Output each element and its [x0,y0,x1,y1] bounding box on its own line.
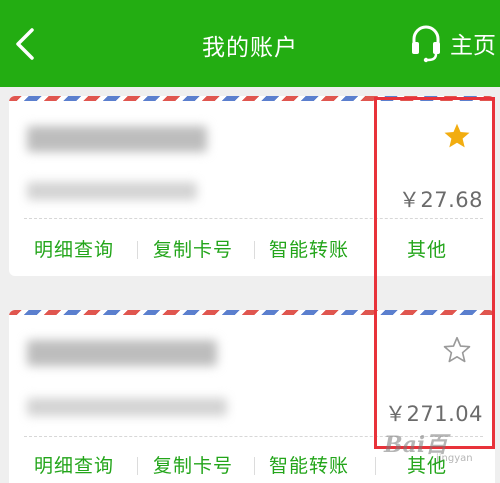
home-button[interactable]: 主页 [410,22,496,64]
account-name-redacted [27,126,207,152]
account-balance: ￥27.68 [398,188,483,212]
separator [254,241,255,259]
star-filled-icon[interactable] [443,122,471,150]
account-name-redacted [27,340,217,366]
account-card[interactable]: ￥27.68 明细查询 复制卡号 智能转账 其他 [9,96,495,276]
separator [137,457,138,475]
smart-transfer-button[interactable]: 智能转账 [269,451,349,478]
separator [137,241,138,259]
copy-card-number-button[interactable]: 复制卡号 [153,235,233,262]
detail-query-button[interactable]: 明细查询 [34,235,114,262]
home-label: 主页 [450,33,496,59]
divider [24,218,483,219]
smart-transfer-button[interactable]: 智能转账 [269,235,349,262]
watermark: Bai百 jingyan [366,425,496,475]
watermark-sub: jingyan [436,453,473,464]
account-balance: ￥271.04 [385,402,483,426]
airmail-stripe [9,310,495,315]
separator [254,457,255,475]
headset-icon [412,25,440,63]
other-button[interactable]: 其他 [407,235,447,262]
card-number-redacted [27,182,197,200]
airmail-stripe [9,96,495,101]
action-row: 明细查询 复制卡号 智能转账 其他 [9,235,495,265]
copy-card-number-button[interactable]: 复制卡号 [153,451,233,478]
card-number-redacted [27,398,227,416]
detail-query-button[interactable]: 明细查询 [34,451,114,478]
top-bar: 我的账户 主页 [0,0,500,87]
star-outline-icon[interactable] [443,336,471,364]
separator [375,241,376,259]
